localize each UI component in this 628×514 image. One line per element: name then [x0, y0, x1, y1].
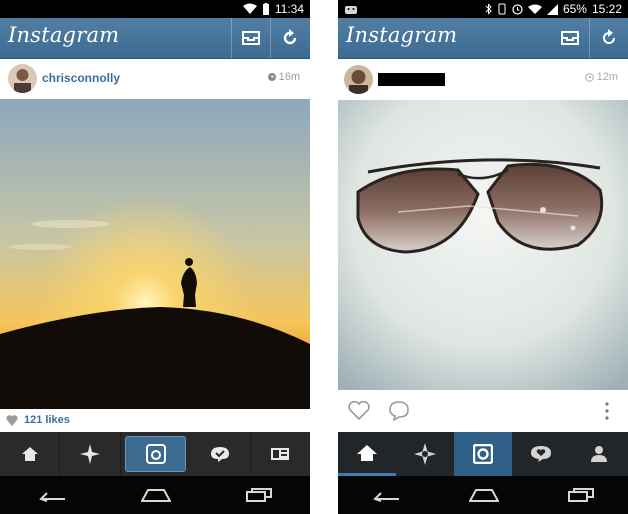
news-icon	[210, 447, 229, 462]
signal-icon	[546, 3, 558, 15]
inbox-icon	[561, 31, 579, 45]
camera-icon	[145, 444, 166, 464]
bottom-tab-bar	[338, 432, 628, 476]
explore-icon	[414, 443, 436, 465]
home-nav-icon[interactable]	[140, 488, 171, 502]
home-icon	[357, 444, 377, 461]
alarm-icon	[512, 4, 523, 15]
status-icons: 65% 15:22	[485, 0, 622, 18]
tab-news[interactable]	[512, 432, 570, 476]
battery-icon	[262, 2, 269, 15]
profile-icon	[591, 446, 607, 462]
refresh-button[interactable]	[270, 18, 309, 58]
android-nav-bar	[0, 476, 310, 514]
post-actions	[338, 398, 628, 426]
tab-home[interactable]	[0, 432, 61, 476]
inbox-button[interactable]	[551, 18, 589, 58]
status-bar: 11:34	[0, 0, 310, 18]
username-redacted	[378, 73, 445, 86]
tab-home[interactable]	[338, 432, 396, 476]
like-heart-icon[interactable]	[348, 401, 370, 421]
heart-icon[interactable]	[6, 414, 18, 426]
post-timestamp: 12m	[584, 71, 618, 83]
app-logo: Instagram	[8, 23, 120, 47]
tab-profile[interactable]	[251, 432, 310, 476]
android-nav-bar	[338, 476, 628, 514]
post-header: chrisconnolly 16m	[0, 59, 310, 100]
post-time: 12m	[596, 71, 618, 83]
tab-camera[interactable]	[124, 436, 187, 472]
likes-row: 121 likes	[6, 414, 70, 426]
android-debug-icon	[345, 6, 357, 14]
wifi-icon	[242, 3, 257, 14]
app-header: Instagram	[0, 18, 310, 59]
post-header: 12m	[338, 59, 628, 99]
clock-icon	[584, 72, 594, 82]
explore-icon	[80, 444, 101, 464]
comment-icon[interactable]	[388, 401, 410, 421]
post-time: 16m	[278, 71, 300, 83]
more-options-icon[interactable]	[605, 402, 609, 420]
status-time: 15:22	[591, 2, 622, 16]
recents-icon[interactable]	[567, 488, 594, 502]
recents-icon[interactable]	[246, 488, 273, 502]
news-icon	[531, 446, 551, 462]
inbox-button[interactable]	[231, 18, 270, 58]
phone-screen-left: 11:34 Instagram chrisconnolly 16m 121 li…	[0, 0, 310, 514]
phone-screen-right: 65% 15:22 Instagram 12m	[338, 0, 628, 514]
tab-camera[interactable]	[454, 432, 512, 476]
bottom-tab-bar	[0, 432, 310, 476]
status-time: 11:34	[274, 2, 304, 16]
tab-news[interactable]	[190, 432, 251, 476]
status-icons: 11:34	[242, 0, 304, 18]
refresh-icon	[283, 29, 297, 45]
home-nav-icon[interactable]	[468, 488, 499, 502]
app-logo: Instagram	[346, 23, 458, 47]
post-photo[interactable]	[0, 99, 310, 409]
avatar[interactable]	[8, 64, 37, 93]
tab-profile[interactable]	[570, 432, 628, 476]
back-icon[interactable]	[372, 488, 400, 502]
vibrate-icon	[498, 3, 506, 15]
bluetooth-icon	[485, 3, 492, 15]
avatar[interactable]	[344, 65, 373, 94]
clock-icon	[267, 73, 276, 81]
post-photo[interactable]	[338, 100, 628, 390]
camera-icon	[473, 444, 493, 464]
tab-explore[interactable]	[60, 432, 121, 476]
wifi-icon	[527, 4, 542, 14]
profile-icon	[271, 448, 290, 460]
battery-level: 65%	[562, 2, 587, 16]
tab-explore[interactable]	[396, 432, 454, 476]
refresh-icon	[603, 29, 615, 44]
back-icon[interactable]	[38, 488, 66, 502]
post-username[interactable]: chrisconnolly	[42, 71, 120, 85]
home-icon	[21, 447, 38, 461]
inbox-icon	[242, 31, 260, 45]
app-header: Instagram	[338, 18, 628, 59]
likes-count[interactable]: 121 likes	[24, 414, 70, 426]
refresh-button[interactable]	[589, 18, 628, 58]
post-timestamp: 16m	[267, 71, 300, 83]
status-bar: 65% 15:22	[338, 0, 628, 18]
